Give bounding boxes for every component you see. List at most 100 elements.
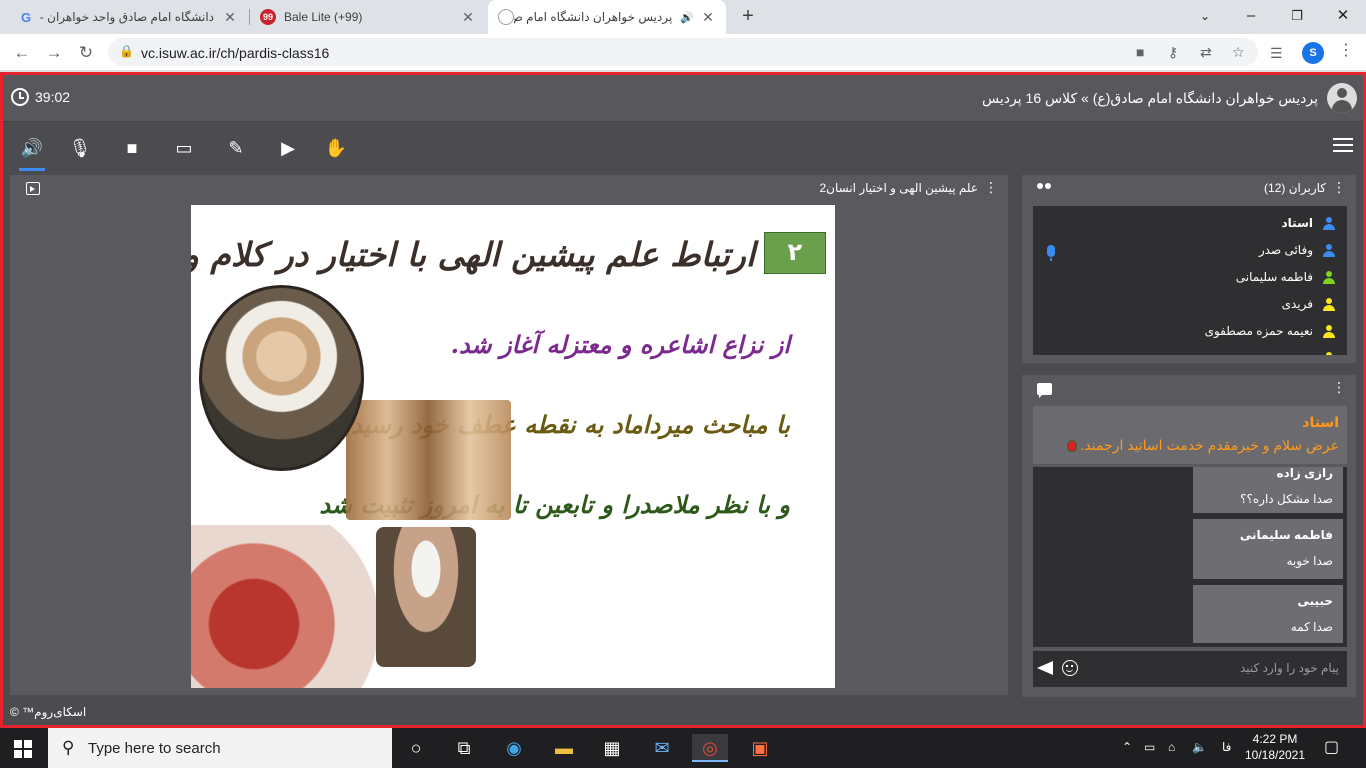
screen-share-icon[interactable]: ▭: [171, 136, 197, 160]
skyroom-icon: [498, 9, 514, 25]
user-row[interactable]: نعیمه حمزه مصطفوی: [1033, 318, 1347, 345]
user-icon: [1323, 271, 1335, 284]
mic-active-icon[interactable]: [1047, 245, 1055, 261]
brush-icon[interactable]: ✎: [223, 136, 249, 160]
skyroom-app: 39:02 پردیس خواهران دانشگاه امام صادق(ع)…: [0, 72, 1366, 728]
user-row[interactable]: فاطمه سلیمانی: [1033, 264, 1347, 291]
tab-skyroom[interactable]: پردیس خواهران دانشگاه امام ص 🔊 ✕: [488, 0, 726, 34]
new-tab-button[interactable]: +: [737, 5, 759, 27]
task-view-icon[interactable]: ⧉: [446, 734, 482, 762]
close-icon[interactable]: ✕: [222, 9, 238, 26]
pinned-text: عرض سلام و خیرمقدم خدمت اساتید ارجمند.: [1080, 437, 1339, 453]
more-options-icon[interactable]: ⋮: [1332, 379, 1346, 396]
emoji-icon[interactable]: [1062, 660, 1078, 676]
camera-icon[interactable]: ■: [119, 136, 145, 160]
minimize-button[interactable]: –: [1228, 0, 1274, 34]
bookmark-star-icon[interactable]: ☆: [1232, 44, 1245, 61]
taskbar-search[interactable]: ⚲ Type here to search: [48, 728, 392, 768]
more-options-icon[interactable]: ⋮: [984, 179, 998, 196]
user-row[interactable]: فریدی: [1033, 291, 1347, 318]
chat-input[interactable]: پیام خود را وارد کنید: [1033, 651, 1347, 687]
more-options-icon[interactable]: ⋮: [1332, 179, 1346, 196]
camera-in-use-icon[interactable]: ■: [1136, 44, 1144, 60]
mic-muted-icon[interactable]: 🎙: [67, 136, 93, 160]
pinned-sender: استاد: [1302, 414, 1339, 430]
windows-start-icon[interactable]: [14, 740, 32, 758]
speaker-icon[interactable]: 🔊: [19, 136, 45, 171]
close-icon[interactable]: ✕: [460, 9, 476, 26]
tab-bale[interactable]: 99 Bale Lite (+99) ✕: [250, 0, 486, 34]
google-icon: G: [20, 9, 32, 25]
chat-header: ⋮: [1022, 375, 1356, 403]
chat-message: حبیبی صدا کمه: [1193, 585, 1343, 643]
store-icon[interactable]: ▦: [594, 734, 630, 762]
tab-title: پردیس خواهران دانشگاه امام ص: [514, 10, 673, 24]
clock-time: 4:22 PM: [1252, 732, 1298, 746]
timer-value: 39:02: [35, 89, 71, 105]
user-avatar-icon[interactable]: [1327, 83, 1357, 113]
presentation-title: علم پیشین الهی و اختیار انسان2: [819, 181, 978, 195]
users-list[interactable]: استاد وفائی صدر فاطمه سلیمانی فریدی نعیم…: [1033, 206, 1347, 355]
chat-input-placeholder[interactable]: پیام خود را وارد کنید: [1240, 661, 1339, 675]
taskbar-clock[interactable]: 4:22 PM 10/18/2021: [1244, 731, 1306, 763]
minimize-panel-icon[interactable]: [26, 182, 40, 195]
windows-taskbar: ⚲ Type here to search ○ ⧉ ◉ ▬ ▦ ✉ ◎ ▣ ⌃ …: [0, 728, 1366, 768]
chat-messages[interactable]: رازی زاده صدا مشکل داره؟؟ فاطمه سلیمانی …: [1033, 467, 1347, 647]
presentation-panel: علم پیشین الهی و اختیار انسان2 ⋮ ۲ ارتبا…: [10, 175, 1008, 695]
reload-button[interactable]: ↻: [74, 41, 98, 65]
user-row[interactable]: ...: [1033, 345, 1347, 355]
chat-message: رازی زاده صدا مشکل داره؟؟: [1193, 467, 1343, 513]
close-window-button[interactable]: ✕: [1320, 0, 1366, 34]
user-icon: [1323, 217, 1335, 230]
browser-toolbar: ← → ↻ 🔒 vc.isuw.ac.ir/ch/pardis-class16 …: [0, 34, 1366, 71]
edge-icon[interactable]: ◉: [496, 734, 532, 762]
hand-icon[interactable]: ✋: [323, 136, 349, 160]
translate-icon[interactable]: ⇄: [1200, 44, 1212, 61]
media-control-icon[interactable]: ☰: [1270, 45, 1283, 62]
battery-icon[interactable]: ▭: [1144, 740, 1155, 754]
search-placeholder[interactable]: Type here to search: [88, 740, 221, 757]
user-row[interactable]: استاد: [1033, 210, 1347, 237]
tab-search-icon[interactable]: ⌄: [1182, 0, 1228, 34]
play-icon[interactable]: ▶: [275, 136, 301, 160]
cortana-icon[interactable]: ○: [398, 734, 434, 762]
key-icon[interactable]: ⚷: [1168, 44, 1178, 61]
restore-button[interactable]: ❐: [1274, 0, 1320, 34]
browser-menu-icon[interactable]: ⋮: [1338, 40, 1354, 60]
message-sender: فاطمه سلیمانی: [1239, 528, 1333, 542]
presentation-slide: ۲ ارتباط علم پیشین الهی با اختیار در کلا…: [191, 205, 835, 688]
audio-playing-icon[interactable]: 🔊: [680, 11, 694, 24]
network-icon[interactable]: ⌂: [1168, 740, 1175, 754]
tab-google[interactable]: G دانشگاه امام صادق واحد خواهران - ✕: [8, 0, 248, 34]
chrome-icon[interactable]: ◎: [692, 734, 728, 762]
profile-avatar[interactable]: S: [1302, 42, 1324, 64]
tray-chevron-icon[interactable]: ⌃: [1122, 740, 1132, 754]
chat-message: فاطمه سلیمانی صدا خوبه: [1193, 519, 1343, 579]
user-row[interactable]: وفائی صدر: [1033, 237, 1347, 264]
message-sender: حبیبی: [1297, 594, 1333, 608]
presentation-header: علم پیشین الهی و اختیار انسان2 ⋮: [10, 175, 1008, 201]
lock-icon[interactable]: 🔒: [119, 44, 134, 58]
user-name: فریدی: [1281, 297, 1313, 311]
clock-date: 10/18/2021: [1244, 748, 1306, 762]
mail-icon[interactable]: ✉: [644, 734, 680, 762]
close-icon[interactable]: ✕: [700, 9, 716, 26]
app-icon[interactable]: ▣: [742, 734, 778, 762]
file-explorer-icon[interactable]: ▬: [546, 734, 582, 762]
portrait-image: [346, 400, 511, 520]
back-button[interactable]: ←: [10, 41, 34, 65]
leaf-image: [191, 525, 401, 688]
notification-icon[interactable]: ▢: [1324, 737, 1339, 757]
users-header: کاربران (12) ⋮: [1022, 175, 1356, 203]
user-name: استاد: [1281, 216, 1313, 230]
send-icon[interactable]: [1037, 661, 1053, 675]
language-indicator[interactable]: فا: [1222, 740, 1231, 754]
forward-button[interactable]: →: [42, 41, 66, 65]
address-bar[interactable]: 🔒 vc.isuw.ac.ir/ch/pardis-class16 ■ ⚷ ⇄ …: [108, 38, 1258, 66]
slide-line: از نزاع اشاعره و معتزله آغاز شد.: [450, 330, 790, 359]
url-text[interactable]: vc.isuw.ac.ir/ch/pardis-class16: [141, 45, 329, 61]
pinned-message: استاد عرض سلام و خیرمقدم خدمت اساتید ارج…: [1033, 406, 1347, 464]
tab-title: Bale Lite (+99): [284, 10, 363, 24]
volume-icon[interactable]: 🔈: [1192, 740, 1207, 754]
hamburger-menu-icon[interactable]: [1333, 138, 1353, 154]
